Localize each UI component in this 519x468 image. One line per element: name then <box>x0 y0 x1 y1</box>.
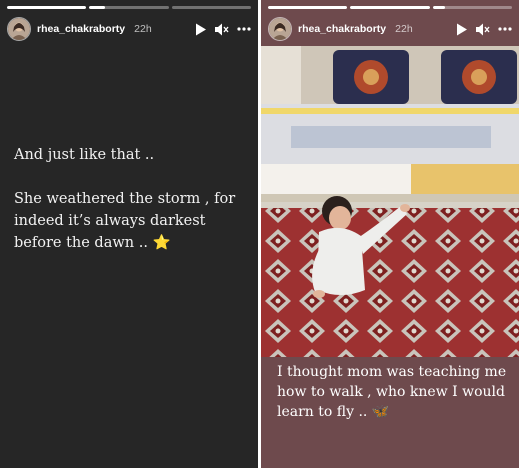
progress-segment <box>268 6 348 9</box>
story-progress-bar <box>268 6 512 9</box>
timestamp: 22h <box>395 23 413 35</box>
speaker-muted-icon[interactable] <box>476 23 490 36</box>
story-panel-photo[interactable]: rhea_chakraborty 22h I thought mom was t… <box>261 0 519 468</box>
play-icon[interactable] <box>195 23 207 36</box>
story-panel-text[interactable]: rhea_chakraborty 22h And just like that … <box>0 0 258 468</box>
play-icon[interactable] <box>456 23 468 36</box>
timestamp: 22h <box>134 23 152 35</box>
story-text-line: And just like that .. <box>14 147 155 163</box>
progress-segment <box>350 6 430 9</box>
progress-segment <box>432 6 512 9</box>
more-horizontal-icon[interactable] <box>237 27 251 31</box>
story-header: rhea_chakraborty 22h <box>7 16 251 42</box>
username[interactable]: rhea_chakraborty <box>37 23 125 35</box>
story-text-line: She weathered the storm , for indeed it’… <box>14 191 236 251</box>
username[interactable]: rhea_chakraborty <box>298 23 386 35</box>
story-header: rhea_chakraborty 22h <box>268 16 512 42</box>
progress-segment <box>171 6 251 9</box>
story-progress-bar <box>7 6 251 9</box>
more-horizontal-icon[interactable] <box>498 27 512 31</box>
avatar[interactable] <box>268 17 292 41</box>
story-text: And just like that .. She weathered the … <box>14 144 250 276</box>
progress-segment <box>7 6 87 9</box>
progress-segment <box>89 6 169 9</box>
story-photo <box>261 46 519 357</box>
avatar[interactable] <box>7 17 31 41</box>
story-caption: I thought mom was teaching me how to wal… <box>277 364 507 420</box>
speaker-muted-icon[interactable] <box>215 23 229 36</box>
